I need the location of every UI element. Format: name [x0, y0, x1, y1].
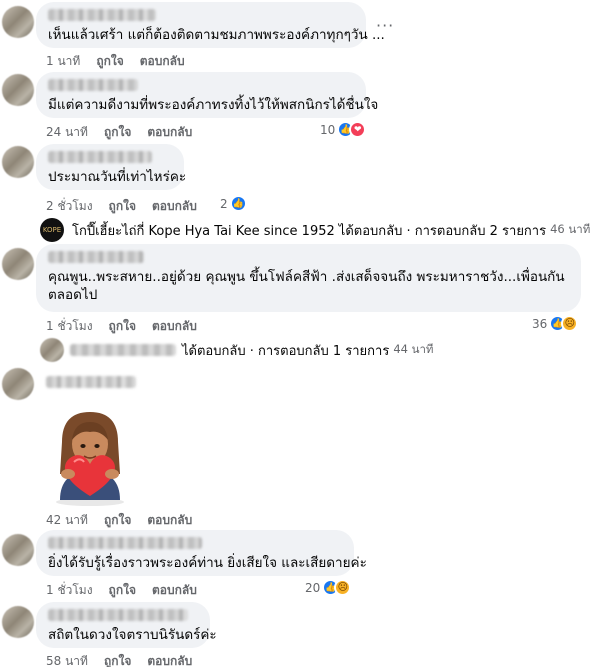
commenter-avatar[interactable]	[2, 368, 34, 400]
comment-actions: 24 นาที ถูกใจ ตอบกลับ	[46, 123, 192, 142]
comment-actions: 1 ชั่วโมง ถูกใจ ตอบกลับ	[46, 317, 197, 336]
comment-text: สถิตในดวงใจตราบนิรันดร์ค่ะ	[48, 627, 217, 643]
reply-summary-text: ได้ตอบกลับ · การตอบกลับ 2 รายการ	[338, 223, 547, 239]
reply-button[interactable]: ตอบกลับ	[152, 581, 197, 600]
commenter-avatar[interactable]	[2, 606, 34, 638]
comment-bubble: ยิ่งได้รับรู้เรื่องราวพระองค์ท่าน ยิ่งเส…	[36, 530, 367, 576]
reaction-summary[interactable]: 36 👍 ☹	[532, 315, 579, 332]
comment-text: ยิ่งได้รับรู้เรื่องราวพระองค์ท่าน ยิ่งเส…	[48, 555, 367, 571]
replier-avatar	[40, 338, 64, 362]
like-button[interactable]: ถูกใจ	[104, 123, 131, 142]
comment-time[interactable]: 58 นาที	[46, 652, 88, 667]
like-reaction-icon: 👍	[229, 195, 247, 212]
comment-time[interactable]: 1 ชั่วโมง	[46, 317, 93, 336]
comment-actions: 58 นาที ถูกใจ ตอบกลับ	[46, 652, 192, 667]
commenter-avatar[interactable]	[2, 534, 34, 566]
reply-button[interactable]: ตอบกลับ	[152, 317, 197, 336]
comment-bubble: สถิตในดวงใจตราบนิรันดร์ค่ะ	[36, 602, 217, 648]
comment-actions: 2 ชั่วโมง ถูกใจ ตอบกลับ	[46, 197, 197, 216]
comment-bubble: มีแต่ความดีงามที่พระองค์ภาทรงทิ้งไว้ให้พ…	[36, 72, 379, 118]
commenter-name-blurred[interactable]	[48, 151, 152, 163]
comment-text: มีแต่ความดีงามที่พระองค์ภาทรงทิ้งไว้ให้พ…	[48, 97, 379, 113]
comment-time[interactable]: 42 นาที	[46, 511, 88, 530]
commenter-avatar[interactable]	[2, 6, 34, 38]
reply-time: 46 นาที	[550, 222, 591, 236]
like-button[interactable]: ถูกใจ	[109, 581, 136, 600]
page-avatar-icon: KOPE	[40, 218, 64, 242]
reaction-count: 2	[220, 196, 228, 211]
reply-button[interactable]: ตอบกลับ	[140, 52, 185, 71]
like-button[interactable]: ถูกใจ	[104, 652, 131, 667]
commenter-name-blurred[interactable]	[48, 609, 188, 621]
view-replies-link[interactable]: KOPE โกปี๊เฮี้ยะไถ่กี่ Kope Hya Tai Kee …	[40, 218, 590, 242]
replier-name-blurred[interactable]	[70, 344, 176, 356]
reply-button[interactable]: ตอบกลับ	[152, 197, 197, 216]
like-button[interactable]: ถูกใจ	[96, 52, 123, 71]
commenter-name-blurred[interactable]	[48, 537, 202, 549]
comment-time[interactable]: 1 ชั่วโมง	[46, 581, 93, 600]
love-reaction-icon: ❤	[349, 121, 367, 138]
comment-time[interactable]: 24 นาที	[46, 123, 88, 142]
reply-button[interactable]: ตอบกลับ	[147, 652, 192, 667]
commenter-name-blurred[interactable]	[48, 9, 156, 21]
reaction-count: 10	[320, 122, 336, 137]
reply-button[interactable]: ตอบกลับ	[147, 511, 192, 530]
page-name[interactable]: โกปี๊เฮี้ยะไถ่กี่ Kope Hya Tai Kee since…	[72, 220, 335, 241]
comment-actions: 1 นาที ถูกใจ ตอบกลับ	[46, 52, 185, 71]
sad-reaction-icon: ☹	[334, 579, 352, 596]
commenter-avatar[interactable]	[2, 146, 34, 178]
comment-actions: 1 ชั่วโมง ถูกใจ ตอบกลับ	[46, 581, 197, 600]
reply-summary-text: ได้ตอบกลับ · การตอบกลับ 1 รายการ	[182, 343, 390, 359]
view-replies-link[interactable]: ได้ตอบกลับ · การตอบกลับ 1 รายการ 44 นาที	[40, 338, 434, 362]
comment-time[interactable]: 1 นาที	[46, 52, 80, 71]
comment-bubble: ประมาณวันที่เท่าไหร่คะ	[36, 144, 187, 190]
like-button[interactable]: ถูกใจ	[109, 197, 136, 216]
reply-button[interactable]: ตอบกลับ	[147, 123, 192, 142]
comment-text: เห็นแล้วเศร้า แต่ก็ต้องติดตามชมภาพพระองค…	[48, 27, 385, 43]
comment-bubble: คุณพูน..พระสหาย..อยู่ด้วย คุณพูน ขึ้นโฟล…	[36, 244, 581, 312]
comment-text: ประมาณวันที่เท่าไหร่คะ	[48, 169, 187, 185]
heart-hug-sticker	[56, 412, 124, 506]
commenter-avatar[interactable]	[2, 74, 34, 106]
reaction-summary[interactable]: 2 👍	[220, 195, 247, 212]
like-button[interactable]: ถูกใจ	[109, 317, 136, 336]
commenter-name-blurred[interactable]	[46, 376, 136, 388]
more-options-icon[interactable]: ···	[376, 16, 394, 35]
reaction-count: 36	[532, 316, 548, 331]
sad-reaction-icon: ☹	[561, 315, 579, 332]
reply-time: 44 นาที	[393, 342, 434, 356]
commenter-name-blurred[interactable]	[48, 79, 138, 91]
comment-time[interactable]: 2 ชั่วโมง	[46, 197, 93, 216]
comment-actions: 42 นาที ถูกใจ ตอบกลับ	[46, 511, 192, 530]
like-button[interactable]: ถูกใจ	[104, 511, 131, 530]
commenter-name-blurred[interactable]	[48, 251, 144, 263]
reaction-summary[interactable]: 20 👍 ☹	[305, 579, 352, 596]
reaction-count: 20	[305, 580, 321, 595]
comment-bubble: เห็นแล้วเศร้า แต่ก็ต้องติดตามชมภาพพระองค…	[36, 2, 385, 48]
reaction-summary[interactable]: 10 👍 ❤	[320, 121, 367, 138]
comment-text: คุณพูน..พระสหาย..อยู่ด้วย คุณพูน ขึ้นโฟล…	[48, 269, 565, 303]
commenter-avatar[interactable]	[2, 248, 34, 280]
